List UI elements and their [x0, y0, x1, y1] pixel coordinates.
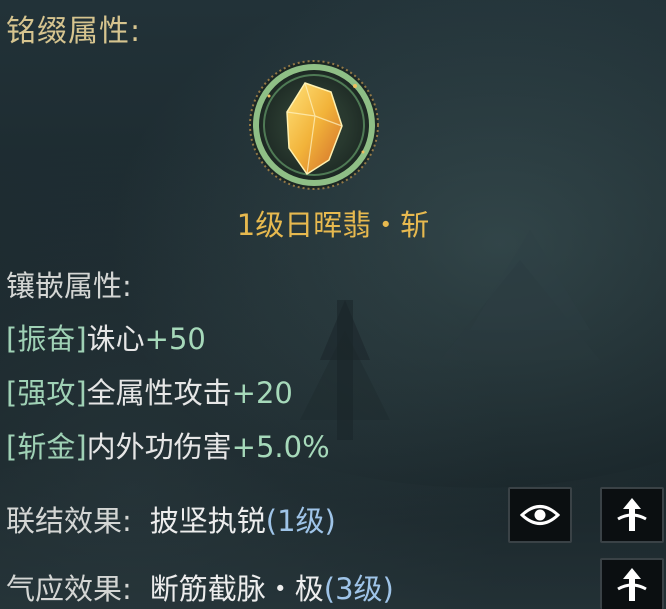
upgrade-resonance-button[interactable]: [600, 558, 664, 609]
link-effect-name: 披坚执锐: [149, 504, 266, 538]
inlay-heading: 镶嵌属性:: [6, 269, 132, 303]
attribute-value: +5.0%: [231, 430, 330, 464]
attribute-row: [斩金]内外功伤害+5.0%: [6, 424, 330, 466]
eye-icon: [520, 505, 560, 525]
attribute-stat: 全属性攻击: [86, 376, 232, 410]
attribute-tag: [斩金]: [6, 430, 87, 464]
resonance-effect-row: 气应效果: 断筋截脉・极(3级): [6, 566, 394, 608]
gem-slot[interactable]: [245, 56, 383, 194]
attribute-stat: 内外功伤害: [86, 430, 232, 464]
inscription-title: 铭缀属性:: [6, 14, 142, 49]
attribute-value: +50: [144, 322, 206, 356]
attribute-row: [振奋]诛心+50: [6, 316, 206, 358]
upgrade-arrow-icon: [617, 498, 647, 531]
resonance-effect-label: 气应效果:: [6, 572, 132, 606]
resonance-effect-name: 断筋截脉・极: [149, 572, 324, 606]
attribute-row: [强攻]全属性攻击+20: [6, 370, 293, 412]
attribute-tag: [强攻]: [6, 376, 87, 410]
link-effect-level: (1级): [265, 504, 336, 538]
attribute-value: +20: [231, 376, 293, 410]
upgrade-arrow-icon: [617, 567, 647, 601]
gem-name: 1级日晖翡・斩: [236, 208, 430, 242]
resonance-effect-level: (3级): [323, 572, 394, 606]
preview-button[interactable]: [508, 487, 572, 543]
attribute-stat: 诛心: [86, 322, 145, 356]
attribute-tag: [振奋]: [6, 322, 87, 356]
upgrade-link-button[interactable]: [600, 487, 664, 543]
link-effect-row: 联结效果: 披坚执锐(1级): [6, 498, 336, 540]
amber-crystal-icon: [249, 60, 379, 190]
link-effect-label: 联结效果:: [6, 504, 132, 538]
